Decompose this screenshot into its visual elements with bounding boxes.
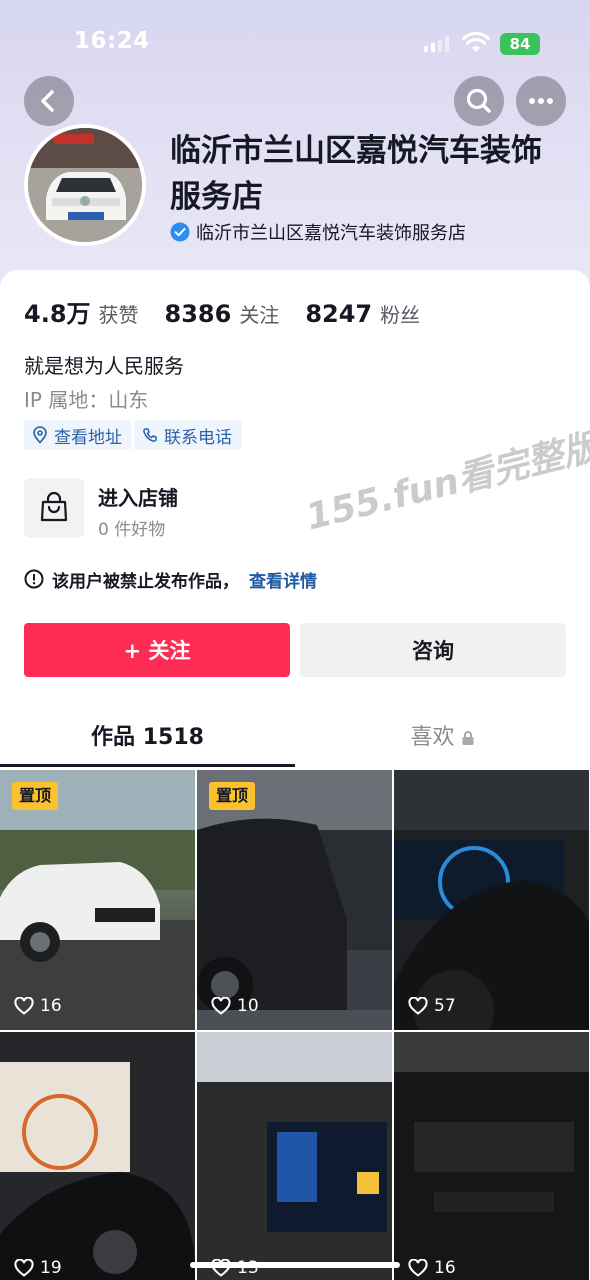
- location-pin-icon: [33, 426, 47, 444]
- infotainment-screen-image: [197, 1032, 392, 1280]
- video-like-count: 16: [14, 996, 62, 1016]
- more-icon: [529, 98, 553, 104]
- video-grid: 置顶 16 置顶 10 57 19 13 16: [0, 770, 590, 1280]
- battery-indicator: 84: [500, 33, 540, 55]
- pinned-badge: 置顶: [12, 782, 59, 810]
- battery-level: 84: [509, 35, 531, 53]
- video-like-count: 10: [211, 996, 259, 1016]
- consult-button[interactable]: 咨询: [300, 623, 566, 677]
- video-like-number: 19: [40, 1258, 62, 1278]
- lock-icon: [462, 731, 473, 745]
- more-button[interactable]: [516, 76, 566, 126]
- ban-notice: 该用户被禁止发布作品， 查看详情: [24, 566, 317, 592]
- heart-icon: [14, 997, 34, 1015]
- video-thumbnail[interactable]: 19: [0, 1032, 195, 1280]
- video-like-number: 16: [434, 1258, 456, 1278]
- search-button[interactable]: [454, 76, 504, 126]
- heart-icon: [408, 997, 428, 1015]
- instrument-cluster-image: [0, 1032, 195, 1280]
- shop-entry-icon-box[interactable]: [24, 478, 84, 538]
- status-time: 16:24: [74, 28, 150, 54]
- video-thumbnail[interactable]: 置顶 16: [0, 770, 195, 1030]
- verified-row: 临沂市兰山区嘉悦汽车装饰服务店: [170, 219, 466, 245]
- car-photo: [28, 128, 142, 242]
- contact-phone-tag[interactable]: 联系电话: [134, 420, 242, 450]
- heart-icon: [211, 997, 231, 1015]
- dashboard-image: [394, 770, 589, 1030]
- following-label: 关注: [239, 303, 280, 327]
- store-name: 临沂市兰山区嘉悦汽车装饰服务店: [170, 133, 542, 215]
- follow-button[interactable]: + 关注: [24, 623, 290, 677]
- view-address-tag[interactable]: 查看地址: [24, 420, 132, 450]
- video-like-count: 16: [408, 1258, 456, 1278]
- heart-icon: [408, 1259, 428, 1277]
- following-count[interactable]: 8386: [165, 300, 232, 328]
- tab-likes[interactable]: 喜欢: [295, 718, 590, 768]
- search-icon: [466, 88, 491, 113]
- video-thumbnail[interactable]: 置顶 10: [197, 770, 392, 1030]
- video-thumbnail[interactable]: 57: [394, 770, 589, 1030]
- video-thumbnail[interactable]: 16: [394, 1032, 589, 1280]
- shop-goods-count: 0 件好物: [98, 520, 166, 540]
- heart-icon: [14, 1259, 34, 1277]
- avatar[interactable]: [24, 124, 146, 246]
- ban-notice-text: 该用户被禁止发布作品，: [52, 571, 239, 592]
- shopping-bag-icon: [40, 491, 68, 522]
- video-like-number: 13: [237, 1258, 259, 1278]
- ip-location: IP 属地：山东: [24, 388, 149, 412]
- tab-works[interactable]: 作品 1518: [0, 718, 295, 768]
- video-like-number: 57: [434, 996, 456, 1016]
- phone-icon: [143, 428, 157, 442]
- shop-entry-title[interactable]: 进入店铺: [98, 482, 178, 511]
- chevron-left-icon: [41, 90, 54, 112]
- signal-icon: [424, 36, 450, 52]
- home-indicator[interactable]: [190, 1262, 400, 1268]
- warning-icon: [24, 569, 44, 589]
- wifi-icon: [462, 32, 490, 52]
- stats-row: 4.8万 获赞 8386 关注 8247 粉丝: [24, 294, 446, 329]
- contact-phone-label: 联系电话: [164, 427, 232, 448]
- status-bar: 16:24 84: [0, 0, 590, 80]
- back-button[interactable]: [24, 76, 74, 126]
- video-like-count: 19: [14, 1258, 62, 1278]
- video-like-count: 57: [408, 996, 456, 1016]
- bio-text: 就是想为人民服务: [24, 354, 184, 378]
- car-interior-image: [394, 1032, 589, 1280]
- likes-count[interactable]: 4.8万: [24, 294, 91, 329]
- followers-count[interactable]: 8247: [305, 300, 372, 328]
- active-tab-indicator: [0, 764, 295, 767]
- view-details-link[interactable]: 查看详情: [249, 567, 317, 592]
- followers-label: 粉丝: [380, 303, 421, 327]
- tab-likes-label: 喜欢: [410, 725, 455, 750]
- verified-name: 临沂市兰山区嘉悦汽车装饰服务店: [196, 223, 466, 244]
- view-address-label: 查看地址: [54, 427, 122, 448]
- video-like-number: 10: [237, 996, 259, 1016]
- video-thumbnail[interactable]: 13: [197, 1032, 392, 1280]
- likes-label: 获赞: [98, 303, 139, 327]
- video-like-count: 13: [211, 1258, 259, 1278]
- verified-icon: [170, 222, 190, 242]
- video-like-number: 16: [40, 996, 62, 1016]
- pinned-badge: 置顶: [209, 782, 256, 810]
